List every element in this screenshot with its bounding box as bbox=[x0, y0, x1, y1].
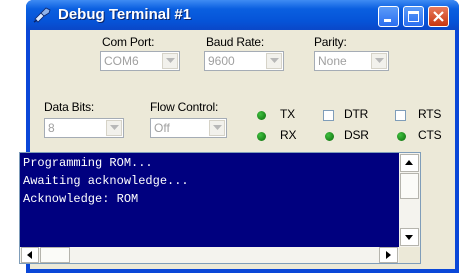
close-button[interactable] bbox=[428, 6, 449, 27]
data-bits-select[interactable]: 8 bbox=[44, 118, 124, 138]
baud-rate-select[interactable]: 9600 bbox=[204, 51, 284, 71]
dtr-checkbox[interactable] bbox=[323, 110, 334, 121]
maximize-icon bbox=[408, 11, 419, 22]
rts-checkbox[interactable] bbox=[395, 110, 406, 121]
data-bits-value: 8 bbox=[48, 121, 55, 135]
debug-terminal-app-icon bbox=[33, 7, 51, 23]
title-bar[interactable]: Debug Terminal #1 bbox=[26, 0, 459, 30]
terminal-line: Awaiting acknowledge... bbox=[23, 174, 189, 188]
parity-value: None bbox=[318, 54, 347, 68]
window-title: Debug Terminal #1 bbox=[58, 6, 192, 23]
arrow-right-icon bbox=[386, 251, 391, 259]
scroll-up-button[interactable] bbox=[400, 154, 419, 172]
dsr-label: DSR bbox=[344, 128, 369, 142]
rts-label: RTS bbox=[418, 107, 442, 121]
terminal-output-text[interactable]: Programming ROM... Awaiting acknowledge.… bbox=[20, 153, 399, 247]
minimize-button[interactable] bbox=[378, 6, 399, 27]
chevron-down-icon bbox=[213, 125, 222, 130]
arrow-down-icon bbox=[405, 235, 413, 240]
baud-rate-label: Baud Rate: bbox=[206, 35, 265, 49]
terminal-line: Acknowledge: ROM bbox=[23, 192, 139, 206]
data-bits-label: Data Bits: bbox=[44, 100, 95, 114]
flow-control-dropdown-button[interactable] bbox=[209, 120, 225, 136]
dsr-indicator-led bbox=[325, 132, 334, 141]
tx-indicator-led bbox=[257, 111, 266, 120]
scrollbar-corner bbox=[399, 247, 420, 263]
close-icon bbox=[433, 11, 444, 22]
baud-rate-value: 9600 bbox=[208, 54, 235, 68]
baud-rate-dropdown-button[interactable] bbox=[266, 53, 282, 69]
chevron-down-icon bbox=[270, 58, 279, 63]
com-port-dropdown-button[interactable] bbox=[162, 53, 178, 69]
cts-label: CTS bbox=[418, 128, 442, 142]
scroll-left-button[interactable] bbox=[21, 247, 39, 263]
tx-label: TX bbox=[280, 107, 295, 121]
chevron-down-icon bbox=[375, 58, 384, 63]
parity-dropdown-button[interactable] bbox=[371, 53, 387, 69]
scroll-down-button[interactable] bbox=[400, 228, 419, 246]
scroll-right-button[interactable] bbox=[379, 247, 398, 263]
cts-indicator-led bbox=[397, 132, 406, 141]
minimize-icon bbox=[384, 19, 391, 22]
dtr-label: DTR bbox=[344, 107, 369, 121]
parity-select[interactable]: None bbox=[314, 51, 389, 71]
arrow-left-icon bbox=[27, 251, 32, 259]
maximize-button[interactable] bbox=[403, 6, 424, 27]
com-port-value: COM6 bbox=[104, 54, 139, 68]
parity-label: Parity: bbox=[314, 35, 347, 49]
horizontal-scrollbar[interactable] bbox=[20, 247, 399, 263]
rx-label: RX bbox=[280, 128, 297, 142]
arrow-up-icon bbox=[405, 160, 413, 165]
com-port-select[interactable]: COM6 bbox=[100, 51, 180, 71]
chevron-down-icon bbox=[166, 58, 175, 63]
horizontal-scroll-thumb[interactable] bbox=[40, 247, 70, 263]
vertical-scroll-thumb[interactable] bbox=[400, 173, 419, 199]
flow-control-select[interactable]: Off bbox=[150, 118, 227, 138]
flow-control-label: Flow Control: bbox=[150, 100, 219, 114]
chevron-down-icon bbox=[110, 125, 119, 130]
terminal-line: Programming ROM... bbox=[23, 156, 153, 170]
flow-control-value: Off bbox=[154, 121, 170, 135]
rx-indicator-led bbox=[257, 132, 266, 141]
com-port-label: Com Port: bbox=[102, 35, 155, 49]
vertical-scrollbar[interactable] bbox=[399, 153, 420, 247]
terminal-output-panel[interactable]: Programming ROM... Awaiting acknowledge.… bbox=[19, 152, 421, 264]
data-bits-dropdown-button[interactable] bbox=[106, 120, 122, 136]
